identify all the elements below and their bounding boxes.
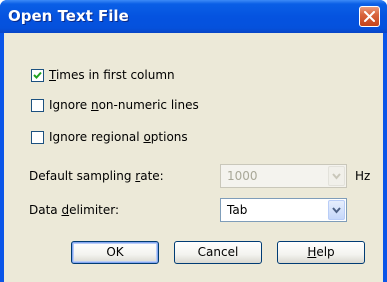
sampling-rate-combobox[interactable]: 1000 <box>220 164 347 188</box>
cancel-button[interactable]: Cancel <box>174 241 262 264</box>
title-bar[interactable]: Open Text File <box>0 0 387 33</box>
ignore-non-numeric-lines-checkbox[interactable]: Ignore non-numeric lines <box>31 97 199 113</box>
chevron-down-icon <box>332 173 341 180</box>
data-delimiter-combobox[interactable]: Tab <box>220 198 347 222</box>
close-button[interactable] <box>359 6 380 27</box>
chevron-down-icon <box>332 207 341 214</box>
help-button[interactable]: Help <box>277 241 365 264</box>
dialog-body: Times in first column Ignore non-numeric… <box>4 33 383 282</box>
open-text-file-dialog: Open Text File Times in first column Ign… <box>0 0 387 282</box>
checkbox-box[interactable] <box>31 98 44 112</box>
data-delimiter-dropdown-button[interactable] <box>328 200 345 220</box>
sampling-rate-label: Default sampling rate: <box>29 169 164 183</box>
checkbox-label: Times in first column <box>49 68 175 82</box>
data-delimiter-value: Tab <box>227 203 248 217</box>
sampling-rate-value: 1000 <box>227 169 258 183</box>
dialog-title: Open Text File <box>8 7 129 25</box>
ok-button[interactable]: OK <box>71 241 159 264</box>
times-in-first-column-checkbox[interactable]: Times in first column <box>31 67 175 83</box>
ignore-regional-options-checkbox[interactable]: Ignore regional options <box>31 129 188 145</box>
checkbox-box[interactable] <box>31 68 44 82</box>
checkbox-box[interactable] <box>31 130 44 144</box>
checkbox-label: Ignore regional options <box>49 130 188 144</box>
hz-unit-label: Hz <box>355 169 371 183</box>
checkbox-label: Ignore non-numeric lines <box>49 98 199 112</box>
data-delimiter-label: Data delimiter: <box>29 203 120 217</box>
sampling-rate-dropdown-button[interactable] <box>328 166 345 186</box>
check-icon <box>33 71 42 79</box>
close-icon <box>364 11 375 22</box>
